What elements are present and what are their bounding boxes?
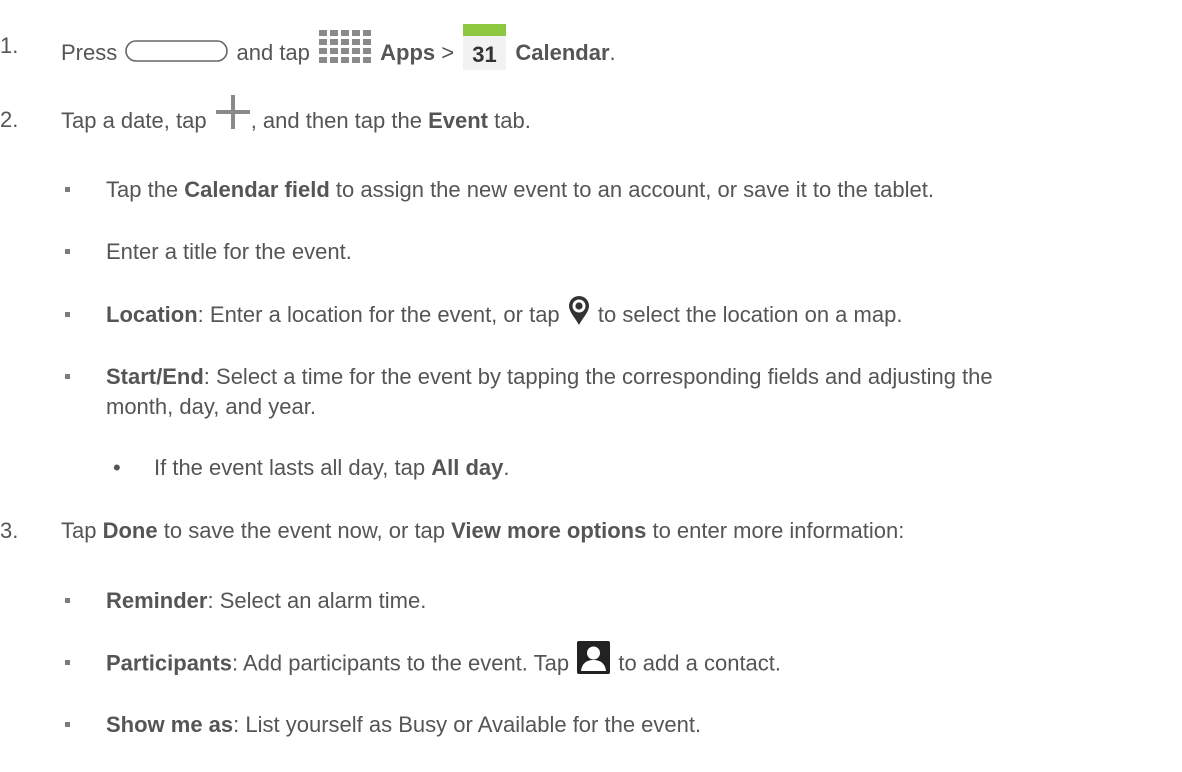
apps-grid-cell — [352, 30, 361, 36]
step-number: 1. — [0, 33, 19, 58]
bullet-text: : Add participants to the event. Tap — [231, 650, 570, 676]
bullet-start-end: Start/End: Select a time for the event b… — [106, 362, 993, 392]
bullet-text: Tap the — [106, 177, 179, 202]
step-text: , and then tap the — [250, 107, 422, 133]
bullet-dot: • — [113, 455, 121, 480]
home-key-icon — [125, 40, 229, 62]
apps-grid-cell — [319, 48, 328, 54]
step-number: 2. — [0, 107, 19, 132]
reminder-label: Reminder — [106, 588, 208, 613]
bullet-text: to assign the new event to an account, o… — [335, 177, 934, 202]
bullet-square — [65, 598, 70, 603]
calendar-label: Calendar — [515, 39, 610, 65]
step-text: Press — [61, 39, 118, 65]
apps-grid-cell — [330, 39, 339, 45]
calendar-field-label: Calendar field — [184, 177, 330, 202]
bullet-text: to add a contact. — [618, 650, 782, 676]
bullet-text: If the event lasts all day, tap — [154, 455, 426, 480]
apps-grid-cell — [341, 39, 350, 45]
bullet-start-end-cont: month, day, and year. — [106, 392, 316, 422]
bullet-text: month, day, and year. — [106, 394, 316, 419]
apps-grid-cell — [330, 30, 339, 36]
step-text: Tap — [61, 518, 97, 543]
apps-grid-cell — [363, 30, 372, 36]
bullet-participants: Participants: Add participants to the ev… — [106, 641, 782, 681]
bullet-text: : Enter a location for the event, or tap — [197, 302, 560, 327]
bullet-show-me-as: Show me as: List yourself as Busy or Ava… — [106, 710, 701, 740]
plus-icon — [215, 95, 250, 129]
bullet-calendar-field: Tap the Calendar field to assign the new… — [106, 175, 934, 205]
participants-label: Participants — [106, 650, 232, 676]
bullet-text: : Select a time for the event by tapping… — [203, 364, 993, 389]
event-tab-label: Event — [428, 107, 488, 133]
view-more-options-label: View more options — [451, 518, 647, 543]
apps-grid-cell — [341, 57, 350, 63]
apps-grid-cell — [341, 48, 350, 54]
apps-grid-cell — [363, 57, 372, 63]
step-text: . — [609, 39, 616, 65]
bullet-square — [65, 249, 70, 254]
map-pin-icon — [568, 295, 590, 326]
bullet-square — [65, 722, 70, 727]
apps-grid-cell — [363, 39, 372, 45]
apps-grid-cell — [363, 48, 372, 54]
apps-grid-cell — [319, 30, 328, 36]
step-text: Tap a date, tap — [61, 107, 207, 133]
apps-grid-icon — [317, 28, 373, 66]
start-end-label: Start/End — [106, 364, 204, 389]
calendar-icon-number: 31 — [473, 42, 497, 67]
step-text: to save the event now, or tap — [163, 518, 446, 543]
separator: > — [441, 39, 455, 65]
apps-grid-cell — [352, 48, 361, 54]
bullet-square — [65, 187, 70, 192]
apps-grid-cell — [341, 30, 350, 36]
step-text: to enter more information: — [652, 518, 905, 543]
done-label: Done — [102, 518, 158, 543]
step-text: tab. — [494, 107, 531, 133]
calendar-31-icon: 31 — [463, 24, 507, 70]
step-text: and tap — [236, 39, 310, 65]
apps-grid-cell — [319, 39, 328, 45]
apps-grid-cell — [330, 57, 339, 63]
bullet-title: Enter a title for the event. — [106, 237, 352, 267]
apps-grid-cell — [352, 57, 361, 63]
bullet-text: : List yourself as Busy or Available for… — [233, 712, 702, 737]
bullet-text: Enter a title for the event. — [106, 239, 352, 264]
bullet-text: to select the location on a map. — [597, 302, 903, 327]
bullet-square — [65, 312, 70, 317]
apps-label: Apps — [380, 39, 436, 65]
step-number: 3. — [0, 518, 19, 543]
apps-grid-cell — [352, 39, 361, 45]
location-label: Location — [106, 302, 198, 327]
contact-person-icon — [577, 641, 611, 674]
bullet-square — [65, 660, 70, 665]
bullet-square — [65, 374, 70, 379]
bullet-location: Location: Enter a location for the event… — [106, 295, 903, 332]
bullet-text: : Select an alarm time. — [207, 588, 427, 613]
all-day-label: All day — [431, 455, 504, 480]
bullet-reminder: Reminder: Select an alarm time. — [106, 586, 426, 616]
apps-grid-cell — [330, 48, 339, 54]
bullet-text: . — [503, 455, 510, 480]
show-me-as-label: Show me as — [106, 712, 234, 737]
apps-grid-cell — [319, 57, 328, 63]
